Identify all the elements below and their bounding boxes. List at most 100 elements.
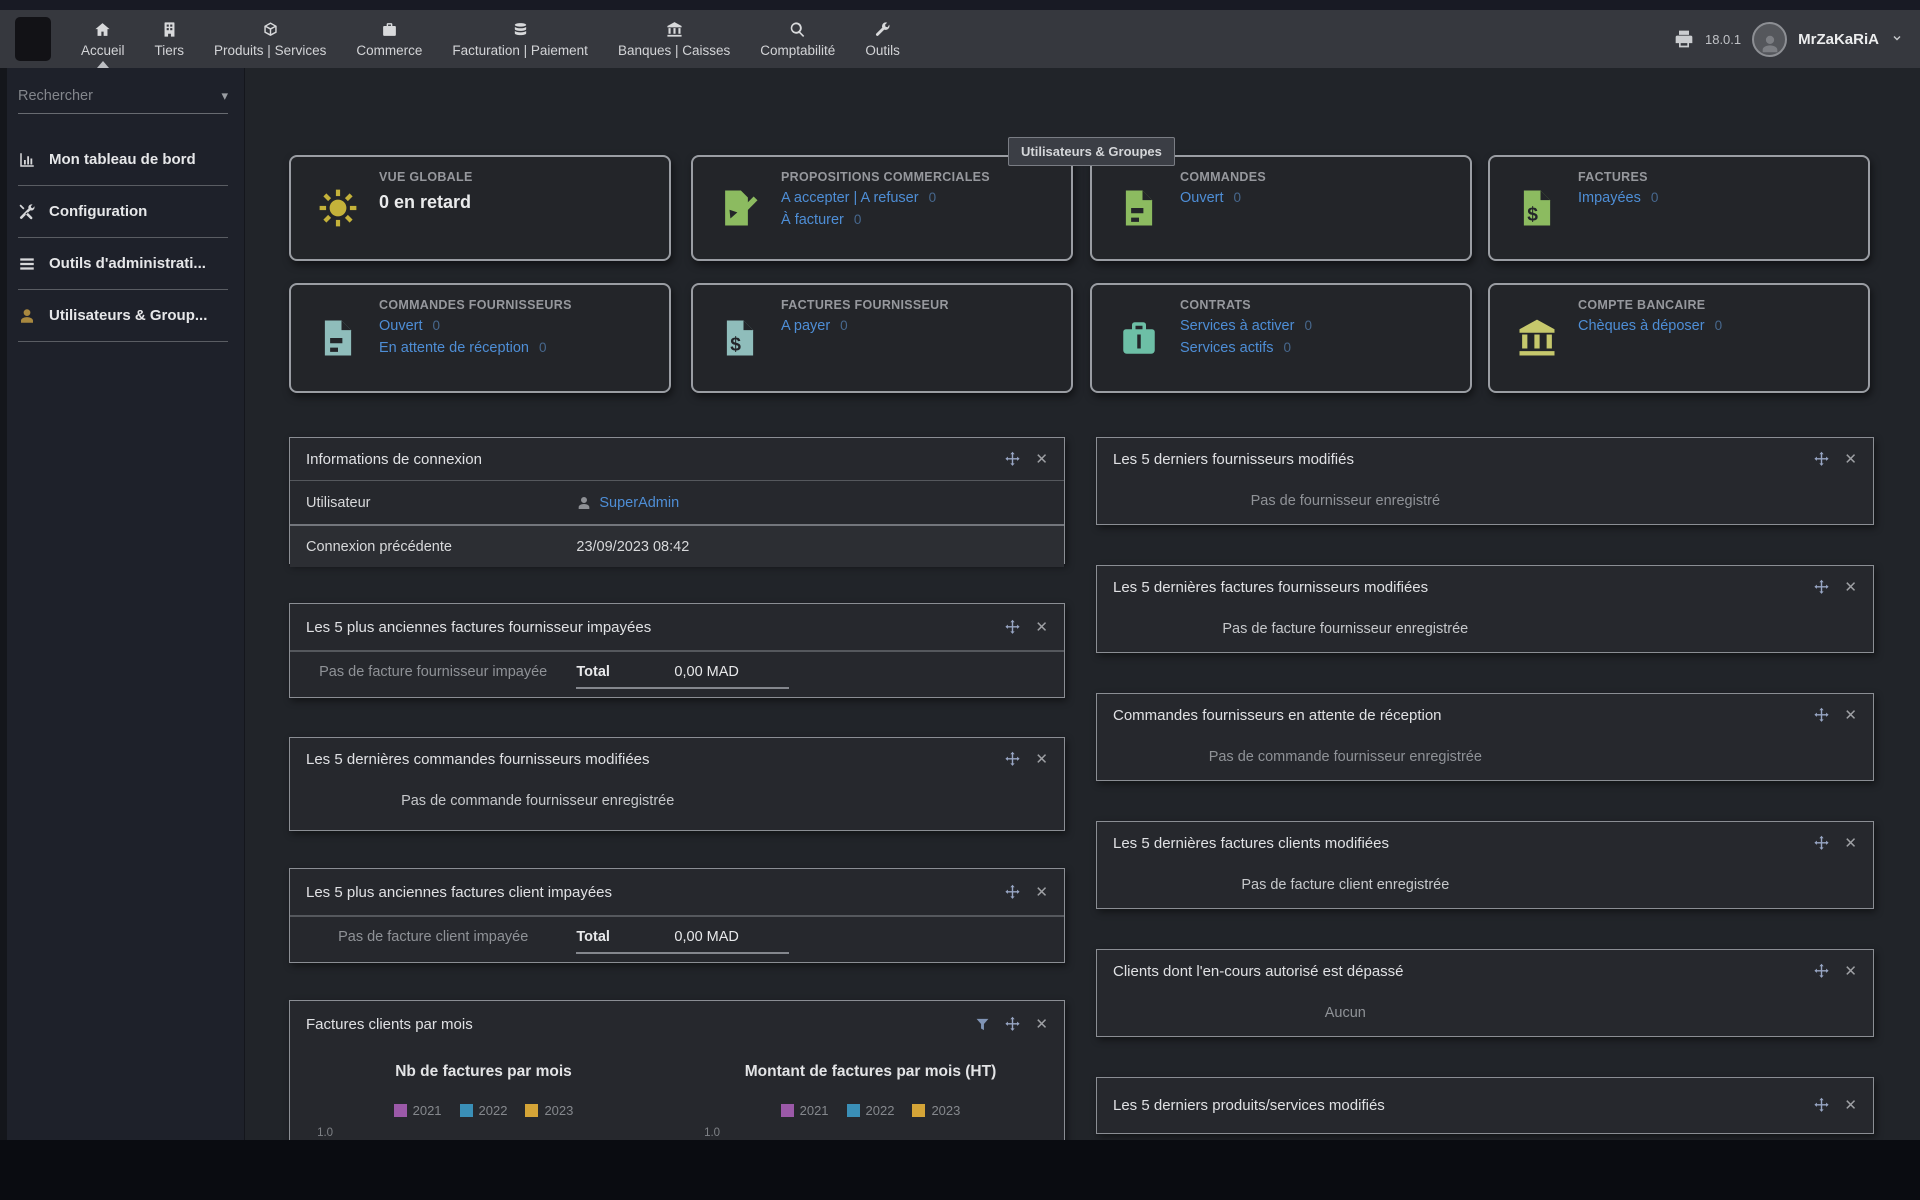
- home-icon: [94, 21, 111, 38]
- move-icon[interactable]: [1004, 1016, 1021, 1033]
- kpi-count[interactable]: 0: [929, 190, 937, 205]
- caret-down-icon[interactable]: ▾: [221, 88, 228, 104]
- total-value: 0,00 MAD: [669, 929, 739, 945]
- close-icon[interactable]: ✕: [1035, 1017, 1048, 1032]
- chevron-down-icon[interactable]: [1890, 32, 1904, 46]
- kpi-link[interactable]: Impayées0: [1578, 190, 1858, 206]
- menu-accueil[interactable]: Accueil: [66, 10, 140, 68]
- widget-title: Les 5 derniers fournisseurs modifiés: [1113, 451, 1354, 468]
- widget-title: Factures clients par mois: [306, 1016, 473, 1033]
- kpi-title: COMMANDES FOURNISSEURS: [379, 298, 659, 312]
- kpi-link[interactable]: En attente de réception0: [379, 340, 659, 356]
- close-icon[interactable]: ✕: [1844, 708, 1857, 723]
- kpi-link[interactable]: À facturer0: [781, 212, 1061, 228]
- close-icon[interactable]: ✕: [1844, 964, 1857, 979]
- empty-state: Pas de commande fournisseur enregistrée: [1097, 749, 1594, 765]
- close-icon[interactable]: ✕: [1035, 620, 1048, 635]
- chart-legend: 2021 2022 2023: [677, 1103, 1064, 1118]
- close-icon[interactable]: ✕: [1844, 452, 1857, 467]
- legend-item: 2023: [912, 1103, 960, 1118]
- move-icon[interactable]: [1813, 963, 1830, 980]
- search-input[interactable]: Rechercher ▾: [18, 88, 228, 114]
- move-icon[interactable]: [1813, 707, 1830, 724]
- kpi-factures: FACTURES Impayées0: [1488, 155, 1870, 261]
- username[interactable]: MrZaKaRiA: [1798, 31, 1879, 48]
- total-label: Total: [576, 929, 669, 945]
- move-icon[interactable]: [1813, 835, 1830, 852]
- kpi-count[interactable]: 0: [433, 318, 441, 333]
- document-lines-icon: [317, 317, 359, 359]
- row-underline: [576, 952, 789, 954]
- kpi-link[interactable]: Services à activer0: [1180, 318, 1460, 334]
- move-icon[interactable]: [1813, 579, 1830, 596]
- kpi-link[interactable]: Ouvert0: [379, 318, 659, 334]
- kpi-link[interactable]: Chèques à déposer0: [1578, 318, 1858, 334]
- widget-informations-connexion: Informations de connexion ✕ Utilisateur …: [289, 437, 1065, 564]
- user-avatar[interactable]: [1752, 22, 1787, 57]
- kpi-count[interactable]: 0: [1715, 318, 1723, 333]
- menu-comptabilite[interactable]: Comptabilité: [745, 10, 850, 68]
- move-icon[interactable]: [1004, 884, 1021, 901]
- row-underline: [576, 687, 789, 689]
- kpi-link[interactable]: A accepter | A refuser0: [781, 190, 1061, 206]
- close-icon[interactable]: ✕: [1844, 836, 1857, 851]
- legend-swatch: [525, 1104, 538, 1117]
- kpi-vue-globale: VUE GLOBALE 0 en retard: [289, 155, 671, 261]
- empty-state: Aucun: [1097, 1005, 1594, 1021]
- menu-commerce[interactable]: Commerce: [341, 10, 437, 68]
- menu-facturation-paiement[interactable]: Facturation | Paiement: [437, 10, 603, 68]
- menu-banques-caisses[interactable]: Banques | Caisses: [603, 10, 745, 68]
- sidebar-item-outils-administration[interactable]: Outils d'administrati...: [18, 238, 228, 290]
- move-icon[interactable]: [1813, 1097, 1830, 1114]
- sidebar-item-configuration[interactable]: Configuration: [18, 186, 228, 238]
- close-icon[interactable]: ✕: [1035, 452, 1048, 467]
- close-icon[interactable]: ✕: [1844, 1098, 1857, 1113]
- logo-m-icon: [20, 24, 46, 54]
- filter-icon[interactable]: [975, 1017, 990, 1032]
- menu-label: Commerce: [356, 43, 422, 58]
- kpi-count[interactable]: 0: [1304, 318, 1312, 333]
- close-icon[interactable]: ✕: [1035, 752, 1048, 767]
- kpi-count[interactable]: 0: [1234, 190, 1242, 205]
- empty-state: Pas de facture fournisseur enregistrée: [1097, 621, 1594, 637]
- briefcase-icon: [381, 21, 398, 38]
- kpi-link[interactable]: Services actifs0: [1180, 340, 1460, 356]
- top-navbar: Accueil Tiers Produits | Services Commer…: [0, 10, 1920, 68]
- superadmin-link[interactable]: SuperAdmin: [599, 495, 679, 511]
- kpi-link[interactable]: A payer0: [781, 318, 1061, 334]
- app-logo[interactable]: [15, 17, 51, 61]
- kpi-link[interactable]: Ouvert0: [1180, 190, 1460, 206]
- menu-label: Outils: [865, 43, 900, 58]
- person-icon: [576, 495, 592, 511]
- move-icon[interactable]: [1004, 451, 1021, 468]
- list-icon: [18, 255, 36, 273]
- widget-title: Les 5 dernières factures fournisseurs mo…: [1113, 579, 1428, 596]
- kpi-count[interactable]: 0: [1283, 340, 1291, 355]
- menu-label: Banques | Caisses: [618, 43, 730, 58]
- menu-tiers[interactable]: Tiers: [140, 10, 200, 68]
- move-icon[interactable]: [1813, 451, 1830, 468]
- close-icon[interactable]: ✕: [1844, 580, 1857, 595]
- sidebar-item-tableau-de-bord[interactable]: Mon tableau de bord: [18, 134, 228, 186]
- kpi-count[interactable]: 0: [539, 340, 547, 355]
- printer-icon[interactable]: [1674, 29, 1694, 49]
- kpi-value: 0 en retard: [379, 192, 659, 213]
- window-top-strip: [0, 0, 1920, 10]
- kpi-count[interactable]: 0: [840, 318, 848, 333]
- menu-produits-services[interactable]: Produits | Services: [199, 10, 341, 68]
- close-icon[interactable]: ✕: [1035, 885, 1048, 900]
- wrench-icon: [874, 21, 891, 38]
- legend-item: 2021: [394, 1103, 442, 1118]
- tools-icon: [18, 203, 36, 221]
- kpi-count[interactable]: 0: [1651, 190, 1659, 205]
- widget-dernieres-factures-fournisseurs: Les 5 dernières factures fournisseurs mo…: [1096, 565, 1874, 653]
- move-icon[interactable]: [1004, 751, 1021, 768]
- sidebar-item-utilisateurs-groupes[interactable]: Utilisateurs & Group...: [18, 290, 228, 342]
- kpi-count[interactable]: 0: [854, 212, 862, 227]
- kpi-propositions-commerciales: PROPOSITIONS COMMERCIALES A accepter | A…: [691, 155, 1073, 261]
- widget-title: Les 5 derniers produits/services modifié…: [1113, 1097, 1385, 1114]
- menu-outils[interactable]: Outils: [850, 10, 915, 68]
- row-label: Connexion précédente: [290, 539, 576, 555]
- move-icon[interactable]: [1004, 619, 1021, 636]
- menu-label: Accueil: [81, 43, 125, 58]
